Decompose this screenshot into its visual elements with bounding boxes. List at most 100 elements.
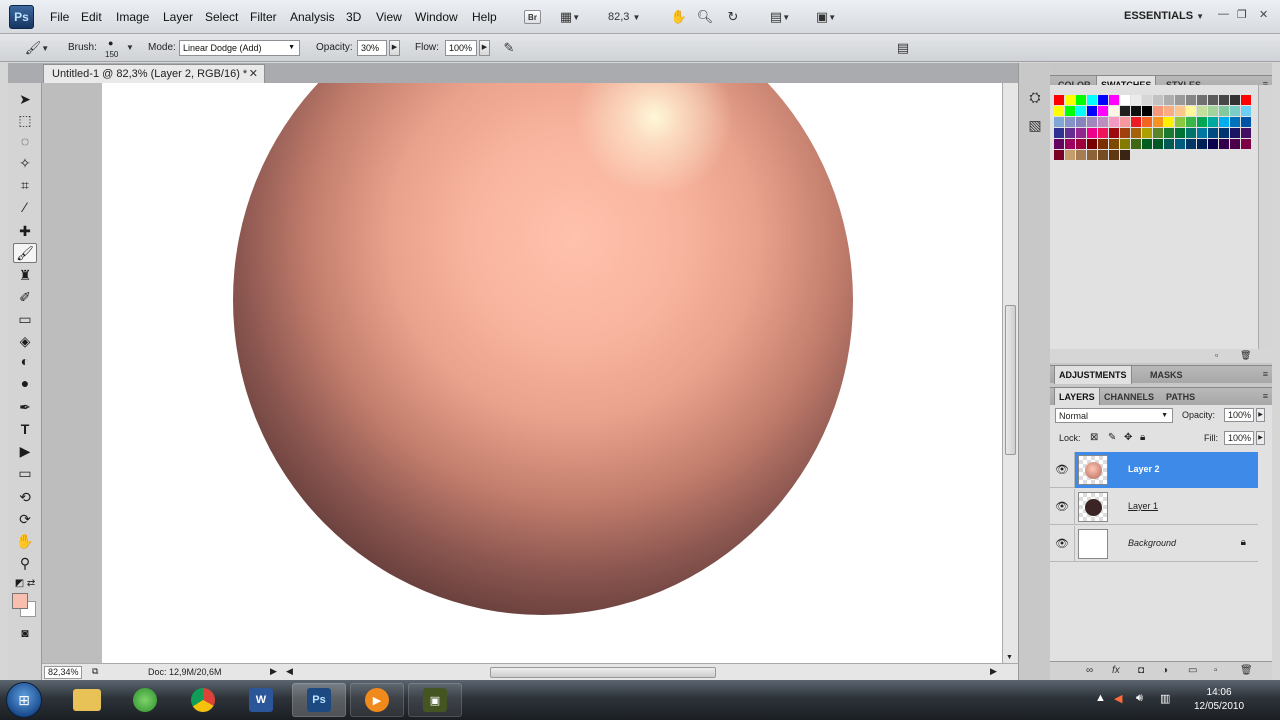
- swatch[interactable]: [1197, 95, 1207, 105]
- swatch[interactable]: [1197, 106, 1207, 116]
- swatch[interactable]: [1197, 139, 1207, 149]
- layer-style-icon[interactable]: fx: [1112, 665, 1120, 676]
- layer-name[interactable]: Layer 2: [1128, 464, 1160, 474]
- layer-name[interactable]: Layer 1: [1128, 501, 1158, 511]
- menu-file[interactable]: File: [50, 10, 69, 24]
- layer-opacity-slider[interactable]: ▶: [1256, 408, 1265, 422]
- swatch[interactable]: [1219, 128, 1229, 138]
- swatch[interactable]: [1109, 95, 1119, 105]
- mode-select[interactable]: Linear Dodge (Add) ▼: [179, 40, 300, 56]
- swatch[interactable]: [1175, 106, 1185, 116]
- swatch[interactable]: [1120, 106, 1130, 116]
- eyedropper-tool-icon[interactable]: ⁄: [13, 197, 37, 217]
- quick-mask-icon[interactable]: ◙: [13, 623, 37, 643]
- horizontal-scroll-thumb[interactable]: [490, 667, 716, 678]
- status-menu-arrow[interactable]: ▶: [270, 666, 277, 677]
- swatch[interactable]: [1131, 117, 1141, 127]
- brush-panel-icon[interactable]: ▤: [893, 39, 913, 57]
- view-extras-icon[interactable]: ▦ ▼: [556, 8, 584, 26]
- swatch[interactable]: [1164, 128, 1174, 138]
- document-tab[interactable]: Untitled-1 @ 82,3% (Layer 2, RGB/16) * ✕: [43, 64, 265, 83]
- move-tool-icon[interactable]: ➤: [13, 89, 37, 109]
- swatch[interactable]: [1065, 95, 1075, 105]
- swatch[interactable]: [1142, 139, 1152, 149]
- scroll-right-arrow[interactable]: ▶: [990, 666, 997, 677]
- layer-opacity-input[interactable]: 100%: [1224, 408, 1254, 422]
- swatch[interactable]: [1087, 139, 1097, 149]
- new-layer-icon[interactable]: ▫: [1214, 665, 1218, 676]
- swatch[interactable]: [1087, 128, 1097, 138]
- swatches-scrollbar[interactable]: [1258, 85, 1272, 349]
- rectangle-tool-icon[interactable]: ▭: [13, 463, 37, 483]
- history-panel-icon[interactable]: ⛭: [1025, 89, 1045, 109]
- swatch[interactable]: [1076, 150, 1086, 160]
- visibility-eye-icon[interactable]: 👁︎: [1055, 537, 1069, 551]
- swatch[interactable]: [1065, 117, 1075, 127]
- bridge-button[interactable]: Br: [524, 10, 541, 24]
- taskbar-clock[interactable]: 14:06 12/05/2010: [1194, 686, 1244, 714]
- swatch[interactable]: [1164, 139, 1174, 149]
- layer-main[interactable]: Layer 2: [1074, 452, 1258, 488]
- opacity-input[interactable]: 30%: [357, 40, 387, 56]
- opacity-slider-button[interactable]: ▶: [389, 40, 400, 56]
- swatch[interactable]: [1208, 139, 1218, 149]
- swatch[interactable]: [1087, 150, 1097, 160]
- swatch[interactable]: [1098, 95, 1108, 105]
- airbrush-icon[interactable]: ✎: [499, 39, 519, 57]
- media-player-taskbar-icon[interactable]: ▶: [350, 683, 404, 717]
- swatch[interactable]: [1087, 106, 1097, 116]
- swatch[interactable]: [1098, 139, 1108, 149]
- tray-show-hidden-icon[interactable]: ▲: [1095, 692, 1106, 704]
- lock-position-icon[interactable]: ✥: [1124, 432, 1132, 443]
- swatch[interactable]: [1054, 106, 1064, 116]
- minimize-icon[interactable]: —: [1218, 8, 1229, 20]
- swatch[interactable]: [1186, 95, 1196, 105]
- actions-panel-icon[interactable]: ▧: [1025, 117, 1045, 137]
- type-tool-icon[interactable]: T: [13, 419, 37, 439]
- swatch[interactable]: [1164, 106, 1174, 116]
- swatch[interactable]: [1186, 139, 1196, 149]
- swatch[interactable]: [1175, 139, 1185, 149]
- swatch[interactable]: [1208, 117, 1218, 127]
- new-group-icon[interactable]: ▭: [1188, 665, 1197, 676]
- swatch[interactable]: [1230, 106, 1240, 116]
- swatch[interactable]: [1175, 117, 1185, 127]
- swatch[interactable]: [1186, 128, 1196, 138]
- marquee-tool-icon[interactable]: ⬚: [13, 110, 37, 130]
- swatch[interactable]: [1142, 106, 1152, 116]
- crop-tool-icon[interactable]: ⌗: [13, 175, 37, 195]
- start-button[interactable]: ⊞: [6, 682, 42, 718]
- swap-colors-icon[interactable]: ◩ ⇄: [13, 573, 37, 593]
- swatch[interactable]: [1109, 139, 1119, 149]
- panel-menu-icon[interactable]: ≡: [1263, 369, 1268, 379]
- swatch[interactable]: [1131, 128, 1141, 138]
- status-info-icon[interactable]: ⧉: [92, 666, 98, 677]
- lasso-tool-icon[interactable]: ◌: [13, 131, 37, 151]
- swatch[interactable]: [1175, 128, 1185, 138]
- swatch[interactable]: [1054, 117, 1064, 127]
- menu-window[interactable]: Window: [415, 10, 458, 24]
- swatch[interactable]: [1219, 106, 1229, 116]
- swatch[interactable]: [1153, 106, 1163, 116]
- swatch[interactable]: [1109, 128, 1119, 138]
- menu-select[interactable]: Select: [205, 10, 238, 24]
- messenger-taskbar-icon[interactable]: [118, 683, 172, 717]
- swatch[interactable]: [1153, 128, 1163, 138]
- menu-analysis[interactable]: Analysis: [290, 10, 335, 24]
- flow-input[interactable]: 100%: [445, 40, 477, 56]
- menu-layer[interactable]: Layer: [163, 10, 193, 24]
- scroll-left-arrow[interactable]: ◀: [286, 666, 293, 677]
- swatch[interactable]: [1142, 128, 1152, 138]
- swatch[interactable]: [1076, 106, 1086, 116]
- adjustment-layer-icon[interactable]: ◑: [1162, 665, 1168, 676]
- swatch[interactable]: [1098, 128, 1108, 138]
- swatch[interactable]: [1230, 95, 1240, 105]
- swatch[interactable]: [1087, 95, 1097, 105]
- swatch[interactable]: [1098, 117, 1108, 127]
- photoshop-taskbar-icon[interactable]: Ps: [292, 683, 346, 717]
- word-taskbar-icon[interactable]: W: [234, 683, 288, 717]
- brush-tool-icon[interactable]: 🖌︎: [13, 243, 37, 263]
- swatch[interactable]: [1175, 95, 1185, 105]
- swatch[interactable]: [1120, 95, 1130, 105]
- path-selection-tool-icon[interactable]: ▶: [13, 441, 37, 461]
